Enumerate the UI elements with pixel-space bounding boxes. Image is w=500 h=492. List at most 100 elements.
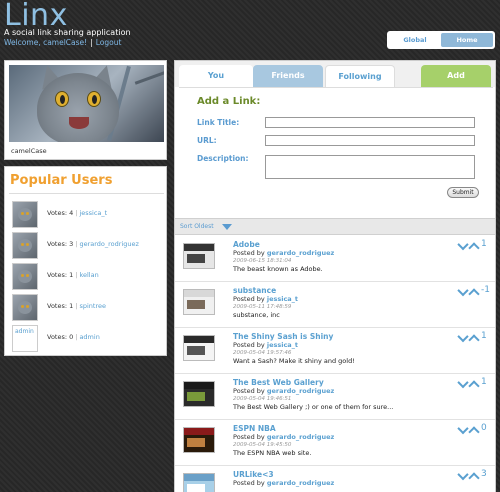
poster-link[interactable]: gerardo_rodriguez bbox=[267, 433, 334, 441]
link-thumbnail[interactable] bbox=[183, 381, 215, 407]
link-title[interactable]: URLike<3 bbox=[233, 470, 274, 479]
thumbnail-content bbox=[187, 437, 205, 448]
vote-down-icon[interactable] bbox=[459, 380, 468, 387]
cat-eye-right bbox=[87, 91, 101, 107]
vote-down-icon[interactable] bbox=[459, 334, 468, 341]
tab-add[interactable]: Add bbox=[421, 65, 491, 87]
welcome-user-link[interactable]: Welcome, camelCase! bbox=[4, 38, 87, 47]
cat-eye-left bbox=[55, 91, 69, 107]
link-description: The Best Web Gallery ;) or one of them f… bbox=[233, 403, 394, 411]
poster-link[interactable]: jessica_t bbox=[267, 341, 298, 349]
link-posted-by: Posted by jessica_t bbox=[233, 295, 298, 303]
submit-button[interactable]: Submit bbox=[447, 187, 479, 198]
popular-user-row: admin Votes: 0 | admin bbox=[9, 324, 164, 354]
user-link[interactable]: jessica_t bbox=[79, 209, 107, 217]
tab-friends[interactable]: Friends bbox=[253, 65, 323, 87]
link-description: Want a Sash? Make it shiny and gold! bbox=[233, 357, 355, 365]
separator: | bbox=[75, 209, 78, 217]
votes-label: Votes: 0 bbox=[47, 333, 74, 341]
posted-by-prefix: Posted by bbox=[233, 341, 265, 349]
tab-following[interactable]: Following bbox=[325, 65, 395, 87]
poster-link[interactable]: jessica_t bbox=[267, 295, 298, 303]
sort-oldest-link[interactable]: Sort Oldest bbox=[180, 223, 214, 230]
vote-up-icon[interactable] bbox=[469, 242, 478, 249]
link-row: URLike<3 Posted by gerardo_rodriguez 3 bbox=[175, 466, 495, 492]
user-avatar[interactable]: admin bbox=[12, 325, 38, 352]
link-thumbnail[interactable] bbox=[183, 243, 215, 269]
poster-link[interactable]: gerardo_rodriguez bbox=[267, 249, 334, 257]
user-avatar[interactable] bbox=[12, 263, 38, 290]
link-posted-by: Posted by gerardo_rodriguez bbox=[233, 433, 334, 441]
link-title[interactable]: The Best Web Gallery bbox=[233, 378, 324, 387]
url-input[interactable] bbox=[265, 135, 475, 146]
link-title[interactable]: Adobe bbox=[233, 240, 260, 249]
user-link[interactable]: gerardo_rodriguez bbox=[79, 240, 138, 248]
description-label: Description: bbox=[197, 154, 249, 163]
popular-user-row: Votes: 3 | gerardo_rodriguez bbox=[9, 231, 164, 261]
posted-by-prefix: Posted by bbox=[233, 295, 265, 303]
tab-you[interactable]: You bbox=[179, 65, 253, 87]
cat-photo-icon[interactable] bbox=[9, 65, 164, 142]
user-link[interactable]: admin bbox=[79, 333, 99, 341]
thumbnail-header bbox=[184, 382, 214, 390]
link-thumbnail[interactable] bbox=[183, 289, 215, 315]
cat-avatar-icon bbox=[18, 301, 32, 314]
logout-link[interactable]: Logout bbox=[96, 38, 122, 47]
link-title-label: Link Title: bbox=[197, 118, 240, 127]
thumbnail-content bbox=[187, 391, 205, 402]
vote-count: 3 bbox=[481, 469, 487, 479]
user-link[interactable]: spintree bbox=[79, 302, 106, 310]
posted-by-prefix: Posted by bbox=[233, 249, 265, 257]
cat-mouth bbox=[69, 117, 89, 129]
link-thumbnail[interactable] bbox=[183, 427, 215, 453]
user-link[interactable]: kellan bbox=[79, 271, 98, 279]
profile-username[interactable]: camelCase bbox=[11, 147, 47, 155]
user-votes: Votes: 3 | gerardo_rodriguez bbox=[47, 240, 139, 248]
sort-dropdown-icon[interactable] bbox=[222, 224, 232, 230]
vote-up-icon[interactable] bbox=[469, 472, 478, 479]
profile-card: camelCase bbox=[4, 60, 167, 160]
thumbnail-header bbox=[184, 244, 214, 252]
vote-up-icon[interactable] bbox=[469, 288, 478, 295]
link-timestamp: 2009-05-04 19:45:50 bbox=[233, 442, 292, 448]
page-header: Linx A social link sharing application W… bbox=[0, 0, 500, 58]
vote-count: 1 bbox=[481, 239, 487, 249]
link-title-input[interactable] bbox=[265, 117, 475, 128]
link-thumbnail[interactable] bbox=[183, 335, 215, 361]
vote-up-icon[interactable] bbox=[469, 426, 478, 433]
separator: | bbox=[75, 271, 78, 279]
sort-bar: Sort Oldest bbox=[175, 218, 495, 235]
vote-down-icon[interactable] bbox=[459, 426, 468, 433]
vote-down-icon[interactable] bbox=[459, 242, 468, 249]
global-button[interactable]: Global bbox=[389, 33, 441, 47]
user-avatar[interactable] bbox=[12, 201, 38, 228]
user-votes: Votes: 1 | spintree bbox=[47, 302, 106, 310]
vote-count: -1 bbox=[481, 285, 490, 295]
user-avatar[interactable] bbox=[12, 232, 38, 259]
link-row: The Best Web Gallery Posted by gerardo_ro… bbox=[175, 374, 495, 420]
link-title[interactable]: substance bbox=[233, 286, 276, 295]
vote-down-icon[interactable] bbox=[459, 288, 468, 295]
poster-link[interactable]: gerardo_rodriguez bbox=[267, 479, 334, 487]
popular-users-panel: Popular Users Votes: 4 | jessica_t Votes: … bbox=[4, 166, 167, 356]
description-input[interactable] bbox=[265, 155, 475, 179]
photo-background-bar bbox=[134, 68, 164, 85]
poster-link[interactable]: gerardo_rodriguez bbox=[267, 387, 334, 395]
vote-down-icon[interactable] bbox=[459, 472, 468, 479]
home-button[interactable]: Home bbox=[441, 33, 493, 47]
add-link-title: Add a Link: bbox=[197, 96, 261, 107]
link-title[interactable]: The Shiny Sash is Shiny bbox=[233, 332, 333, 341]
link-timestamp: 2009-05-04 19:57:46 bbox=[233, 350, 292, 356]
link-timestamp: 2009-05-11 17:48:59 bbox=[233, 304, 292, 310]
thumbnail-header bbox=[184, 474, 214, 482]
popular-user-row: Votes: 1 | kellan bbox=[9, 262, 164, 292]
vote-up-icon[interactable] bbox=[469, 334, 478, 341]
link-description: The ESPN NBA web site. bbox=[233, 449, 312, 457]
link-thumbnail[interactable] bbox=[183, 473, 215, 492]
user-avatar[interactable] bbox=[12, 294, 38, 321]
welcome-separator: | bbox=[90, 38, 93, 47]
link-title[interactable]: ESPN NBA bbox=[233, 424, 276, 433]
vote-up-icon[interactable] bbox=[469, 380, 478, 387]
posted-by-prefix: Posted by bbox=[233, 479, 265, 487]
link-row: The Shiny Sash is Shiny Posted by jessica… bbox=[175, 328, 495, 374]
